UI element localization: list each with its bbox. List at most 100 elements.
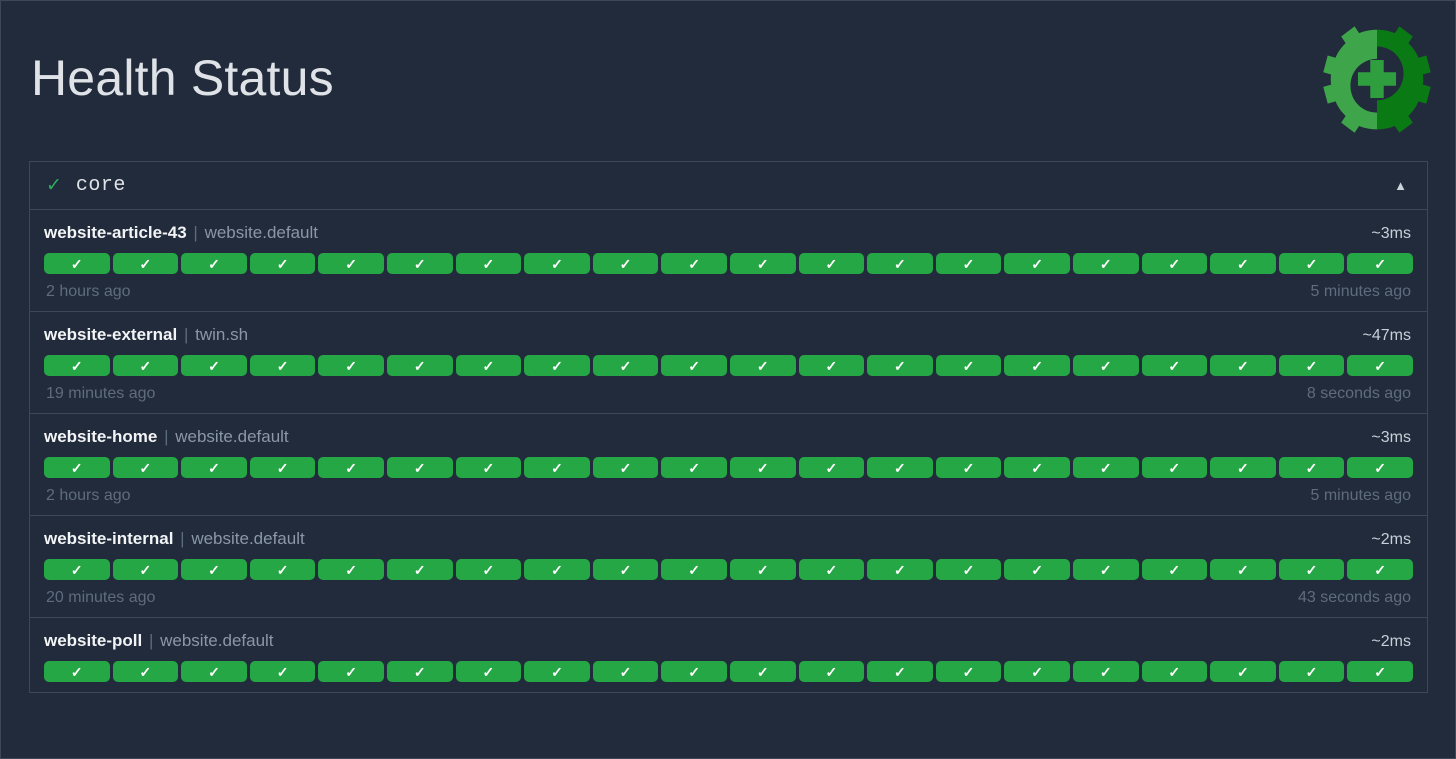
status-bar-segment[interactable]: ✓ [524,661,590,682]
status-bar-segment[interactable]: ✓ [1278,253,1345,274]
status-bar-segment[interactable]: ✓ [1072,253,1139,274]
status-bar-segment[interactable]: ✓ [455,559,522,580]
status-bar-segment[interactable]: ✓ [386,457,453,478]
status-bar-segment[interactable]: ✓ [44,661,110,682]
service-name[interactable]: website-external [44,325,177,344]
status-bar-segment[interactable]: ✓ [1141,661,1208,682]
status-bar-segment[interactable]: ✓ [1072,355,1139,376]
status-bar-segment[interactable]: ✓ [729,355,796,376]
status-bar-segment[interactable]: ✓ [524,559,590,580]
status-bar-segment[interactable]: ✓ [1278,457,1345,478]
status-bar-segment[interactable]: ✓ [592,355,659,376]
status-bar-segment[interactable]: ✓ [592,253,659,274]
status-bar-segment[interactable]: ✓ [661,661,727,682]
status-bar-segment[interactable]: ✓ [181,559,247,580]
status-bar-segment[interactable]: ✓ [1347,559,1413,580]
status-bar-segment[interactable]: ✓ [1347,253,1413,274]
status-bar-segment[interactable]: ✓ [112,559,179,580]
status-bar-segment[interactable]: ✓ [318,559,384,580]
status-bar-segment[interactable]: ✓ [935,355,1002,376]
status-bar-segment[interactable]: ✓ [318,457,384,478]
status-bar-segment[interactable]: ✓ [1141,457,1208,478]
service-name[interactable]: website-internal [44,529,173,548]
status-bar-segment[interactable]: ✓ [867,559,933,580]
status-bar-segment[interactable]: ✓ [798,253,865,274]
service-name[interactable]: website-poll [44,631,142,650]
status-bar-segment[interactable]: ✓ [524,355,590,376]
status-bar-segment[interactable]: ✓ [318,355,384,376]
status-bar-segment[interactable]: ✓ [729,457,796,478]
status-bar-segment[interactable]: ✓ [661,253,727,274]
status-bar-segment[interactable]: ✓ [524,253,590,274]
service-name[interactable]: website-home [44,427,157,446]
status-bar-segment[interactable]: ✓ [249,253,316,274]
status-bar-segment[interactable]: ✓ [1210,253,1276,274]
status-bar-segment[interactable]: ✓ [1141,355,1208,376]
status-bar-segment[interactable]: ✓ [44,253,110,274]
status-bar-segment[interactable]: ✓ [455,253,522,274]
status-bar-segment[interactable]: ✓ [729,661,796,682]
status-bar-segment[interactable]: ✓ [524,457,590,478]
status-bar-segment[interactable]: ✓ [592,559,659,580]
status-bar-segment[interactable]: ✓ [729,559,796,580]
status-bar-segment[interactable]: ✓ [1004,559,1070,580]
status-bar-segment[interactable]: ✓ [44,355,110,376]
status-bar-segment[interactable]: ✓ [1278,355,1345,376]
status-bar-segment[interactable]: ✓ [386,355,453,376]
status-bar-segment[interactable]: ✓ [318,661,384,682]
status-bar-segment[interactable]: ✓ [112,457,179,478]
status-bar-segment[interactable]: ✓ [1210,559,1276,580]
status-bar-segment[interactable]: ✓ [181,661,247,682]
status-bar-segment[interactable]: ✓ [867,661,933,682]
status-bar-segment[interactable]: ✓ [1072,457,1139,478]
status-bar-segment[interactable]: ✓ [249,457,316,478]
status-bar-segment[interactable]: ✓ [1278,661,1345,682]
status-bar-segment[interactable]: ✓ [1141,253,1208,274]
status-bar-segment[interactable]: ✓ [867,355,933,376]
service-name[interactable]: website-article-43 [44,223,187,242]
status-bar-segment[interactable]: ✓ [1072,661,1139,682]
status-bar-segment[interactable]: ✓ [1004,661,1070,682]
status-bar-segment[interactable]: ✓ [935,457,1002,478]
status-bar-segment[interactable]: ✓ [1347,457,1413,478]
status-bar-segment[interactable]: ✓ [661,559,727,580]
status-bar-segment[interactable]: ✓ [592,661,659,682]
status-bar-segment[interactable]: ✓ [44,559,110,580]
status-bar-segment[interactable]: ✓ [1141,559,1208,580]
status-bar-segment[interactable]: ✓ [386,559,453,580]
status-bar-segment[interactable]: ✓ [181,355,247,376]
group-header-core[interactable]: ✓ core ▲ [30,162,1427,210]
triangle-up-icon[interactable]: ▲ [1394,179,1407,192]
status-bar-segment[interactable]: ✓ [181,457,247,478]
status-bar-segment[interactable]: ✓ [1347,355,1413,376]
status-bar-segment[interactable]: ✓ [1210,457,1276,478]
status-bar-segment[interactable]: ✓ [455,355,522,376]
status-bar-segment[interactable]: ✓ [455,661,522,682]
status-bar-segment[interactable]: ✓ [1072,559,1139,580]
status-bar-segment[interactable]: ✓ [318,253,384,274]
status-bar-segment[interactable]: ✓ [181,253,247,274]
status-bar-segment[interactable]: ✓ [935,661,1002,682]
status-bar-segment[interactable]: ✓ [798,355,865,376]
status-bar-segment[interactable]: ✓ [592,457,659,478]
status-bar-segment[interactable]: ✓ [386,253,453,274]
status-bar-segment[interactable]: ✓ [729,253,796,274]
status-bar-segment[interactable]: ✓ [1278,559,1345,580]
status-bar-segment[interactable]: ✓ [867,253,933,274]
status-bar-segment[interactable]: ✓ [112,355,179,376]
status-bar-segment[interactable]: ✓ [935,253,1002,274]
status-bar-segment[interactable]: ✓ [249,661,316,682]
status-bar-segment[interactable]: ✓ [1004,253,1070,274]
status-bar-segment[interactable]: ✓ [1004,355,1070,376]
status-bar-segment[interactable]: ✓ [44,457,110,478]
status-bar-segment[interactable]: ✓ [455,457,522,478]
status-bar-segment[interactable]: ✓ [386,661,453,682]
status-bar-segment[interactable]: ✓ [112,253,179,274]
status-bar-segment[interactable]: ✓ [867,457,933,478]
status-bar-segment[interactable]: ✓ [249,559,316,580]
status-bar-segment[interactable]: ✓ [798,457,865,478]
status-bar-segment[interactable]: ✓ [935,559,1002,580]
status-bar-segment[interactable]: ✓ [1210,661,1276,682]
status-bar-segment[interactable]: ✓ [1347,661,1413,682]
status-bar-segment[interactable]: ✓ [661,457,727,478]
